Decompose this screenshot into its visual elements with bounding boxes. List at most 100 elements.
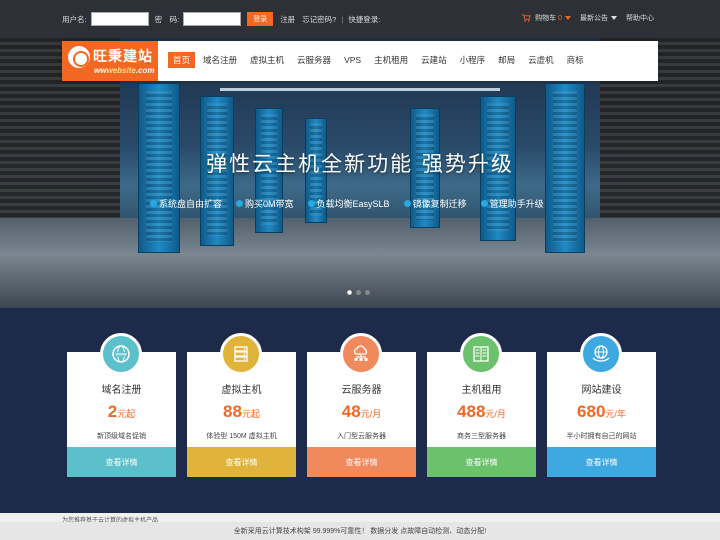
- feature-label: 管理助手升级: [489, 199, 544, 209]
- price-unit: 元/月: [360, 409, 382, 419]
- logo-domain-suffix: .com: [135, 66, 155, 75]
- hero-feature: 系统盘自由扩容: [150, 197, 222, 210]
- view-details-button[interactable]: 查看详情: [187, 447, 296, 477]
- cart-count: 0: [558, 15, 562, 22]
- nav-item-hosting[interactable]: 虚拟主机: [245, 52, 289, 68]
- logo-domain-main: website: [106, 66, 136, 75]
- cart-link[interactable]: 购物车 0: [522, 13, 571, 23]
- view-details-button[interactable]: 查看详情: [307, 447, 416, 477]
- product-cards: WWW 域名注册 2元起 新顶级域名促销 查看详情 虚拟主机 88元起 体验型 …: [67, 333, 656, 477]
- card-title: 域名注册: [101, 385, 142, 396]
- card-price: 88元起: [187, 402, 296, 422]
- product-card-hosting: 虚拟主机 88元起 体验型 150M 虚拟主机 查看详情: [187, 333, 296, 477]
- chevron-down-icon: [611, 16, 617, 21]
- notice-label: 最新公告: [580, 15, 608, 22]
- slider-dot-1[interactable]: [347, 290, 352, 295]
- product-card-domain: WWW 域名注册 2元起 新顶级域名促销 查看详情: [67, 333, 176, 477]
- login-form: 用户名: 密 码: 登录 注册 忘记密码? | 快捷登录:: [62, 12, 380, 26]
- feature-label: 负载均衡EasySLB: [316, 199, 390, 209]
- feature-label: 购买0M带宽: [245, 199, 294, 209]
- globe-hands-icon: [580, 333, 622, 375]
- top-bar: 用户名: 密 码: 登录 注册 忘记密码? | 快捷登录: 购物车 0 最新公告 …: [0, 0, 720, 38]
- price-value: 48: [341, 402, 361, 421]
- product-card-colocation: 主机租用 488元/月 商务三型服务器 查看详情: [427, 333, 536, 477]
- price-unit: 元起: [117, 409, 136, 419]
- nav-item-cloud-vm[interactable]: 云虚机: [523, 52, 559, 68]
- globe-www-icon: WWW: [100, 333, 142, 375]
- view-details-button[interactable]: 查看详情: [427, 447, 536, 477]
- hero-feature: 购买0M带宽: [236, 197, 294, 210]
- nav-item-cloud-server[interactable]: 云服务器: [292, 52, 336, 68]
- cloud-network-icon: [340, 333, 382, 375]
- price-value: 680: [577, 402, 606, 421]
- card-title: 网站建设: [581, 385, 622, 396]
- card-title: 云服务器: [341, 385, 382, 396]
- logo-mark-icon: [68, 46, 90, 68]
- top-right-links: 购物车 0 最新公告 帮助中心: [522, 13, 654, 23]
- login-button[interactable]: 登录: [247, 12, 274, 26]
- chevron-down-icon: [565, 16, 571, 21]
- price-unit: 元/年: [605, 409, 626, 419]
- view-details-button[interactable]: 查看详情: [547, 447, 656, 477]
- logo-domain-prefix: ww: [94, 66, 107, 75]
- card-description: 体验型 150M 虚拟主机: [206, 433, 277, 440]
- rack-server-icon: [460, 333, 502, 375]
- username-label: 用户名:: [62, 14, 87, 24]
- hero-feature: 镜像复制迁移: [403, 197, 467, 210]
- card-price: 48元/月: [307, 402, 416, 422]
- price-value: 488: [457, 402, 486, 421]
- slider-dots: [347, 290, 370, 295]
- nav-item-trademark[interactable]: 商标: [562, 52, 589, 68]
- register-link[interactable]: 注册: [280, 14, 295, 25]
- nav-item-vps[interactable]: VPS: [339, 52, 366, 68]
- card-title: 虚拟主机: [221, 385, 262, 396]
- server-stack-icon: [220, 333, 262, 375]
- card-description: 半小时拥有自己的网站: [566, 433, 637, 440]
- feature-label: 镜像复制迁移: [412, 199, 467, 209]
- nav-item-mini-program[interactable]: 小程序: [455, 52, 491, 68]
- product-card-website: 网站建设 680元/年 半小时拥有自己的网站 查看详情: [547, 333, 656, 477]
- separator: |: [341, 14, 344, 24]
- hero-feature: 管理助手升级: [480, 197, 544, 210]
- view-details-button[interactable]: 查看详情: [67, 447, 176, 477]
- nav-item-site-builder[interactable]: 云建站: [416, 52, 452, 68]
- bullet-icon: [236, 200, 244, 207]
- nav-item-home[interactable]: 首页: [168, 52, 196, 68]
- hero-title: 弹性云主机全新功能 强势升级: [206, 152, 514, 176]
- nav-item-mail[interactable]: 邮局: [493, 52, 520, 68]
- card-title: 主机租用: [461, 385, 502, 396]
- slider-dot-3[interactable]: [365, 290, 370, 295]
- quick-login-label: 快捷登录:: [348, 14, 381, 24]
- card-price: 488元/月: [427, 402, 536, 422]
- logo-text: 旺秉建站: [93, 49, 153, 65]
- username-input[interactable]: [90, 12, 149, 26]
- bullet-icon: [150, 200, 157, 207]
- card-description: 商务三型服务器: [457, 433, 506, 440]
- nav-items: 首页 域名注册 虚拟主机 云服务器 VPS 主机租用 云建站 小程序 邮局 云虚…: [168, 52, 592, 68]
- price-unit: 元/月: [485, 409, 506, 419]
- ceiling-light: [220, 88, 500, 91]
- nav-item-colocation[interactable]: 主机租用: [369, 52, 413, 68]
- card-description: 入门型云服务器: [337, 433, 386, 440]
- main-nav: 旺秉建站 wwwebsite.com 首页 域名注册 虚拟主机 云服务器 VPS…: [62, 41, 658, 81]
- feature-label: 系统盘自由扩容: [159, 199, 223, 209]
- help-center-link[interactable]: 帮助中心: [626, 13, 654, 23]
- notice-link[interactable]: 最新公告: [580, 13, 617, 23]
- price-value: 88: [223, 402, 242, 421]
- site-logo[interactable]: 旺秉建站 wwwebsite.com: [62, 41, 158, 81]
- slider-dot-2[interactable]: [356, 290, 361, 295]
- cart-label: 购物车: [535, 15, 557, 22]
- price-unit: 元起: [241, 409, 260, 419]
- bullet-icon: [403, 200, 411, 207]
- hero-features: 系统盘自由扩容 购买0M带宽 负载均衡EasySLB 镜像复制迁移 管理助手升级: [150, 197, 544, 210]
- footer: 为您推荐基于云计算的虚拟主机产品 全新采用云计算技术构架 99.999%可靠性！…: [0, 513, 720, 540]
- hero-feature: 负载均衡EasySLB: [307, 197, 390, 210]
- nav-item-domain[interactable]: 域名注册: [198, 52, 242, 68]
- card-price: 2元起: [67, 402, 176, 422]
- bullet-icon: [480, 200, 488, 207]
- footer-center-note: 全新采用云计算技术构架 99.999%可靠性！ 数据分发 点故障自动检测、动态分…: [233, 528, 487, 535]
- forgot-password-link[interactable]: 忘记密码?: [302, 14, 336, 25]
- password-input[interactable]: [183, 12, 242, 26]
- card-price: 680元/年: [547, 402, 656, 422]
- password-label: 密 码:: [154, 14, 180, 24]
